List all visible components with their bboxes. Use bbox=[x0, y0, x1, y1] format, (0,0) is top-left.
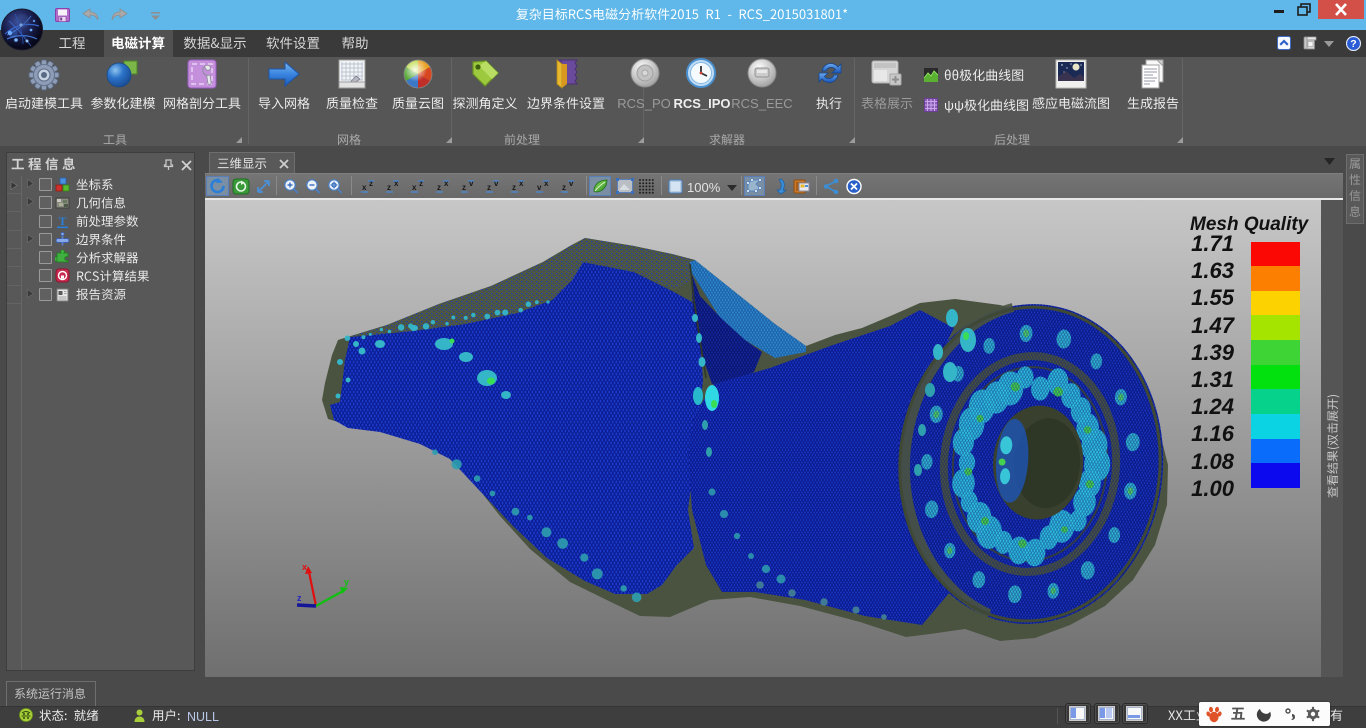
svg-text:y: y bbox=[344, 577, 349, 587]
svg-text:z: z bbox=[487, 183, 491, 192]
svg-text:x: x bbox=[544, 179, 549, 188]
svg-text:z: z bbox=[419, 179, 423, 188]
svg-text:T: T bbox=[58, 214, 66, 228]
svg-text:z: z bbox=[369, 179, 373, 188]
svg-text:x: x bbox=[412, 183, 417, 192]
svg-text:z: z bbox=[512, 183, 516, 192]
svg-text:z: z bbox=[297, 593, 302, 603]
svg-text:z: z bbox=[462, 183, 466, 192]
svg-text:x: x bbox=[444, 179, 449, 188]
svg-text:v: v bbox=[494, 179, 499, 188]
svg-text:x: x bbox=[519, 179, 524, 188]
svg-text:x: x bbox=[362, 183, 367, 192]
svg-text:z: z bbox=[437, 183, 441, 192]
svg-text:?: ? bbox=[1350, 38, 1356, 50]
svg-text:z: z bbox=[562, 183, 566, 192]
svg-text:x: x bbox=[302, 562, 307, 572]
svg-text:v: v bbox=[469, 179, 474, 188]
svg-text:x: x bbox=[394, 179, 399, 188]
svg-text:v: v bbox=[537, 183, 542, 192]
svg-text:v: v bbox=[569, 179, 574, 188]
svg-text:z: z bbox=[387, 183, 391, 192]
